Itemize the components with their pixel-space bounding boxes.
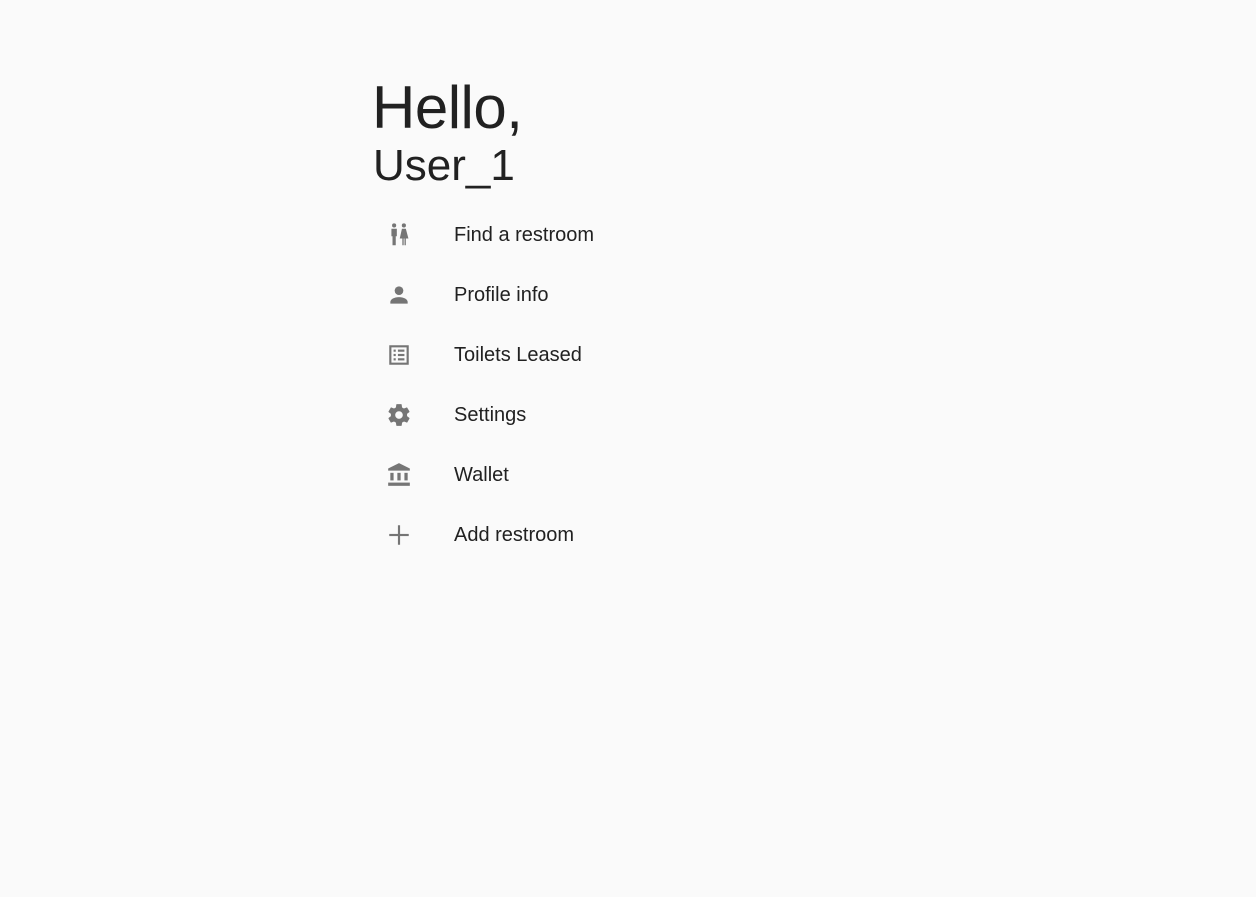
menu-item-profile-info[interactable]: Profile info — [372, 265, 672, 325]
greeting-username: User_1 — [373, 141, 515, 190]
restroom-icon — [372, 205, 440, 265]
person-icon — [372, 265, 440, 325]
page: Hello, User_1 Find a restroom Profile in… — [0, 0, 1256, 897]
menu-item-add-restroom[interactable]: Add restroom — [372, 505, 672, 565]
greeting-hello: Hello, — [372, 74, 523, 141]
bank-icon — [372, 445, 440, 505]
gear-icon — [372, 385, 440, 445]
menu-label: Add restroom — [454, 523, 575, 546]
menu-label: Settings — [454, 403, 527, 426]
list-icon — [372, 325, 440, 385]
menu-label: Toilets Leased — [454, 343, 582, 366]
menu-label: Find a restroom — [454, 223, 595, 246]
menu-item-toilets-leased[interactable]: Toilets Leased — [372, 325, 672, 385]
menu-item-wallet[interactable]: Wallet — [372, 445, 672, 505]
greeting: Hello, User_1 — [372, 70, 523, 190]
plus-icon — [372, 505, 440, 565]
menu-label: Profile info — [454, 283, 549, 306]
menu-label: Wallet — [454, 463, 509, 486]
nav-menu: Find a restroom Profile info Toilets Lea… — [372, 205, 672, 565]
menu-item-settings[interactable]: Settings — [372, 385, 672, 445]
menu-item-find-restroom[interactable]: Find a restroom — [372, 205, 672, 265]
